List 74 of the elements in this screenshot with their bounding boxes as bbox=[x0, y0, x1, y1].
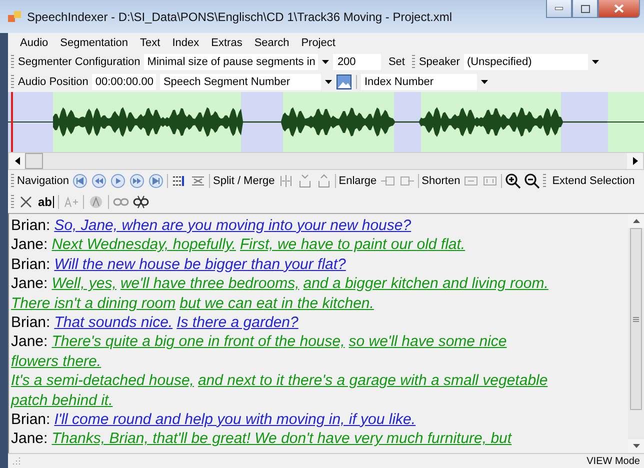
split-icon[interactable] bbox=[278, 173, 294, 189]
toolbar-label: Navigation bbox=[17, 175, 69, 187]
down-arrow-icon bbox=[632, 444, 640, 448]
scrollbar-thumb[interactable] bbox=[25, 153, 43, 169]
menu-item[interactable]: Index bbox=[166, 36, 206, 48]
app-icon bbox=[8, 10, 22, 22]
menu-item[interactable]: Text bbox=[134, 36, 166, 48]
toolbar-label: Split / Merge bbox=[212, 175, 275, 187]
menu-item[interactable]: Audio bbox=[14, 36, 54, 48]
delete-icon[interactable] bbox=[18, 194, 34, 210]
maximize-button[interactable] bbox=[572, 0, 598, 18]
transcript-segment[interactable]: Will the new house be bigger than your flat? bbox=[54, 256, 346, 273]
rewind-icon[interactable] bbox=[90, 173, 107, 189]
minimize-button[interactable] bbox=[546, 0, 572, 18]
skip-start-icon[interactable] bbox=[72, 173, 88, 189]
window-title: SpeechIndexer - D:\SI_Data\PONS\Englisch\CD 1\Track36 Moving - Project.xml bbox=[27, 10, 452, 24]
speaker-name: Brian: bbox=[11, 256, 50, 273]
dropdown-arrow-icon[interactable] bbox=[322, 60, 330, 64]
scroll-down-button[interactable] bbox=[628, 439, 644, 453]
toolbar-label: Shorten bbox=[422, 175, 460, 187]
dropdown-arrow-icon[interactable] bbox=[481, 80, 488, 84]
transcript-segment[interactable]: That sounds nice. bbox=[54, 314, 173, 331]
waveform-drawing[interactable] bbox=[8, 92, 644, 152]
speaker-name: Brian: bbox=[11, 217, 50, 234]
rename-text-button[interactable]: ab bbox=[38, 195, 54, 209]
extend-selection-button[interactable]: Extend Selection bbox=[549, 175, 638, 187]
toolbar-label: Segmenter Configuration bbox=[18, 56, 140, 68]
menu-item[interactable]: Search bbox=[248, 36, 296, 48]
toolbar-label: Enlarge bbox=[338, 175, 377, 187]
dropdown-arrow-icon[interactable] bbox=[325, 80, 332, 84]
resize-grip-icon bbox=[12, 457, 20, 465]
segment-number-dropdown[interactable]: Speech Segment Number bbox=[160, 74, 322, 90]
menu-item[interactable]: Project bbox=[295, 36, 342, 48]
speaker-name: Jane: bbox=[11, 236, 48, 254]
play-icon[interactable] bbox=[110, 173, 126, 189]
left-arrow-icon bbox=[14, 157, 20, 165]
speaker-label: Speaker bbox=[418, 56, 460, 68]
set-button[interactable]: Set bbox=[385, 56, 408, 68]
font-size-icon[interactable] bbox=[63, 194, 80, 210]
view-mode-status: VIEW Mode bbox=[586, 456, 640, 466]
speaker-name: Jane: bbox=[11, 275, 48, 292]
zoom-in-icon[interactable] bbox=[505, 173, 522, 189]
toolbar-label: Audio Position bbox=[18, 76, 88, 88]
speaker-name: Brian: bbox=[11, 314, 50, 331]
transcript-segment[interactable]: I'll come round and help you with moving in, if you like. bbox=[54, 410, 416, 428]
transcript-segment[interactable]: Is there a garden? bbox=[176, 314, 298, 331]
zoom-out-icon[interactable] bbox=[524, 173, 540, 189]
skip-end-icon[interactable] bbox=[148, 173, 164, 189]
minimize-icon bbox=[555, 7, 563, 10]
close-icon bbox=[614, 4, 624, 13]
scrollbar-thumb[interactable] bbox=[630, 228, 642, 410]
fast-forward-icon[interactable] bbox=[128, 173, 145, 189]
index-number-dropdown[interactable]: Index Number bbox=[361, 74, 478, 90]
maximize-icon bbox=[580, 4, 590, 12]
unlink-icon[interactable] bbox=[133, 194, 150, 210]
close-button[interactable] bbox=[598, 0, 640, 18]
scroll-left-button[interactable] bbox=[9, 153, 25, 169]
scroll-up-button[interactable] bbox=[628, 214, 644, 228]
speaker-name: Jane: bbox=[11, 430, 48, 448]
speaker-dropdown[interactable]: (Unspecified) bbox=[464, 54, 588, 70]
audio-position-field[interactable]: 00:00:00.00 bbox=[92, 74, 156, 90]
horizontal-scrollbar[interactable] bbox=[8, 152, 644, 170]
right-arrow-icon bbox=[632, 157, 638, 165]
menu-item[interactable]: Extras bbox=[205, 36, 248, 48]
transcript-segment[interactable]: So, Jane, when are you moving into your new house? bbox=[54, 217, 412, 234]
pause-mode-dropdown[interactable]: Minimal size of pause segments in bbox=[144, 54, 318, 70]
up-arrow-icon bbox=[632, 219, 640, 223]
menu-item[interactable]: Segmentation bbox=[54, 36, 134, 48]
pause-size-field[interactable]: 200 bbox=[333, 54, 382, 70]
speaker-name: Jane: bbox=[11, 333, 48, 350]
scroll-right-button[interactable] bbox=[627, 153, 643, 169]
dropdown-arrow-icon[interactable] bbox=[592, 60, 599, 64]
speaker-name: Brian: bbox=[11, 410, 50, 428]
picture-icon[interactable] bbox=[336, 74, 352, 90]
